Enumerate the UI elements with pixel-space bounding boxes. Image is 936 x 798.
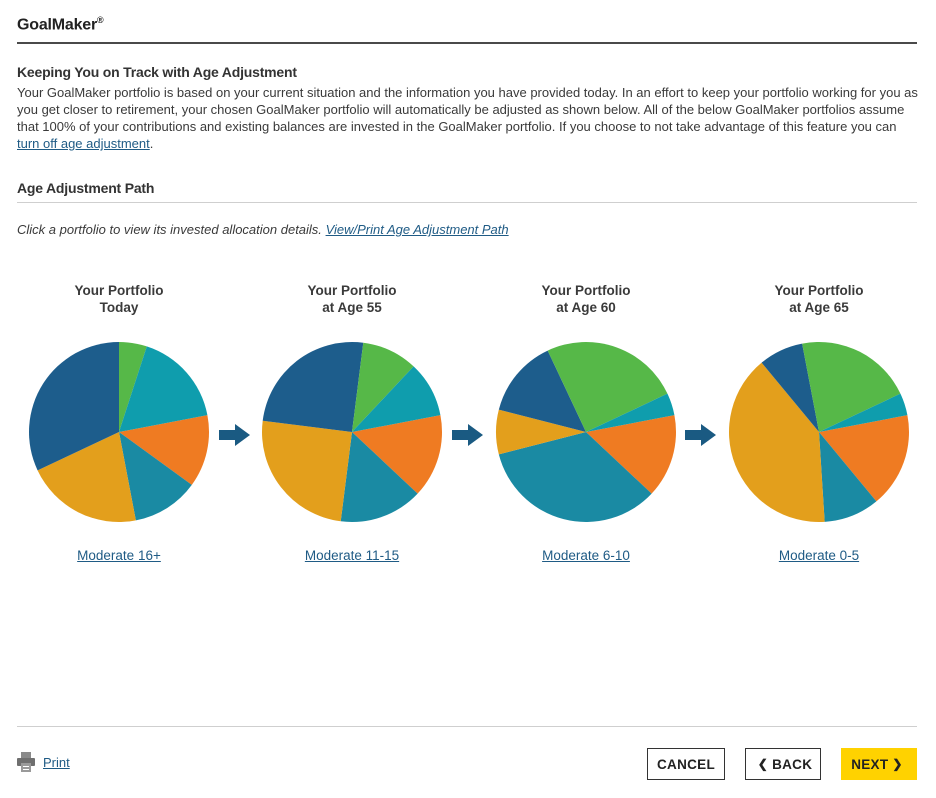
printer-icon	[17, 752, 35, 772]
next-button[interactable]: NEXT ❯	[841, 748, 917, 780]
path-heading: Age Adjustment Path	[17, 180, 155, 196]
cancel-label: CANCEL	[656, 756, 716, 772]
portfolio-age-60[interactable]: Your Portfolio at Age 60 Moderate 6-10	[486, 282, 686, 565]
print-button[interactable]: Print	[17, 752, 70, 772]
portfolio-title: Your Portfolio at Age 60	[541, 283, 631, 315]
arrow-right-icon	[219, 424, 250, 446]
cancel-button[interactable]: CANCEL	[647, 748, 725, 780]
arrow-right-icon	[685, 424, 716, 446]
portfolio-pie-chart[interactable]	[727, 340, 911, 524]
portfolio-age-65[interactable]: Your Portfolio at Age 65 Moderate 0-5	[719, 282, 919, 565]
arrow-right-icon	[452, 424, 483, 446]
pie-slice-gold	[262, 420, 352, 522]
portfolio-title: Your Portfolio at Age 65	[774, 283, 864, 315]
portfolio-link[interactable]: Moderate 11-15	[305, 548, 399, 563]
pie-slice-dark-blue	[262, 342, 364, 432]
back-label: BACK	[772, 756, 813, 772]
portfolio-title: Your Portfolio Today	[74, 283, 164, 315]
title-divider	[17, 42, 917, 44]
portfolio-link[interactable]: Moderate 6-10	[542, 548, 630, 563]
portfolio-pie-chart[interactable]	[260, 340, 444, 524]
instruction-text: Click a portfolio to view its invested a…	[17, 222, 509, 237]
chevron-right-icon: ❯	[892, 757, 903, 771]
portfolio-title: Your Portfolio at Age 55	[307, 283, 397, 315]
chevron-left-icon: ❮	[757, 757, 769, 771]
view-print-path-link[interactable]: View/Print Age Adjustment Path	[326, 222, 509, 237]
footer-divider	[17, 726, 917, 727]
portfolio-link[interactable]: Moderate 16+	[77, 548, 161, 563]
intro-paragraph: Your GoalMaker portfolio is based on you…	[17, 85, 918, 151]
turn-off-age-adjustment-link[interactable]: turn off age adjustment	[17, 136, 150, 151]
next-label: NEXT	[851, 756, 889, 772]
app-title: GoalMaker®	[17, 15, 104, 34]
back-button[interactable]: ❮ BACK	[745, 748, 821, 780]
print-label[interactable]: Print	[43, 755, 70, 770]
portfolio-today[interactable]: Your Portfolio Today Moderate 16+	[19, 282, 219, 565]
intro-heading: Keeping You on Track with Age Adjustment	[17, 64, 297, 80]
portfolio-pie-chart[interactable]	[27, 340, 211, 524]
section-divider	[17, 202, 917, 203]
portfolio-age-55[interactable]: Your Portfolio at Age 55 Moderate 11-15	[252, 282, 452, 565]
portfolio-pie-chart[interactable]	[494, 340, 678, 524]
portfolio-link[interactable]: Moderate 0-5	[779, 548, 859, 563]
